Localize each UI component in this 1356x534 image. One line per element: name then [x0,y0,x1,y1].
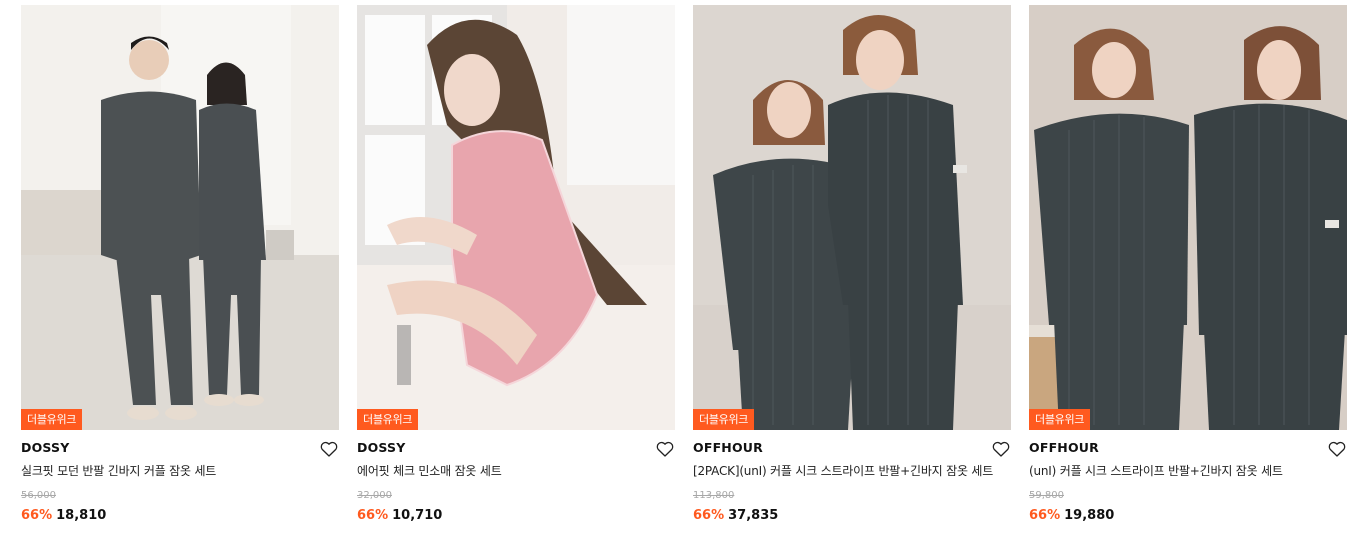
heart-outline-icon[interactable] [656,441,674,457]
promo-badge: 더블유위크 [357,409,419,430]
promo-badge: 더블유위크 [1029,409,1091,430]
sale-price: 37,835 [728,508,779,523]
sale-price: 19,880 [1064,508,1115,523]
brand-name[interactable]: OFFHOUR [693,440,1011,456]
product-image[interactable]: 더블유위크 [357,5,675,430]
product-card[interactable]: 더블유위크 DOSSY 에어핏 체크 민소매 잠옷 세트 32,000 66% 1… [357,5,675,530]
product-card[interactable]: 더블유위크 OFFHOUR (unI) 커플 시크 스트라이프 반팔+긴바지 잠… [1029,5,1347,530]
original-price: 56,000 [21,490,56,501]
brand-name[interactable]: OFFHOUR [1029,440,1347,456]
discount-rate: 66% [21,508,53,523]
product-name[interactable]: 실크핏 모던 반팔 긴바지 커플 잠옷 세트 [21,464,339,479]
product-image[interactable]: 더블유위크 [1029,5,1347,430]
discount-rate: 66% [1029,508,1061,523]
price-row: 66% 19,880 [1029,508,1347,524]
product-info: DOSSY 실크핏 모던 반팔 긴바지 커플 잠옷 세트 56,000 66% 1… [21,430,339,524]
product-info: OFFHOUR (unI) 커플 시크 스트라이프 반팔+긴바지 잠옷 세트 5… [1029,430,1347,524]
product-info: OFFHOUR [2PACK](unI) 커플 시크 스트라이프 반팔+긴바지 … [693,430,1011,524]
product-image[interactable]: 더블유위크 [21,5,339,430]
heart-outline-icon[interactable] [1328,441,1346,457]
product-info: DOSSY 에어핏 체크 민소매 잠옷 세트 32,000 66% 10,710 [357,430,675,524]
original-price: 59,800 [1029,490,1064,501]
original-price: 113,800 [693,490,735,501]
price-row: 66% 10,710 [357,508,675,524]
price-row: 66% 37,835 [693,508,1011,524]
product-name[interactable]: 에어핏 체크 민소매 잠옷 세트 [357,464,675,479]
promo-badge: 더블유위크 [21,409,83,430]
discount-rate: 66% [357,508,389,523]
heart-outline-icon[interactable] [320,441,338,457]
product-name[interactable]: [2PACK](unI) 커플 시크 스트라이프 반팔+긴바지 잠옷 세트 [693,464,1011,479]
product-image[interactable]: 더블유위크 [693,5,1011,430]
original-price: 32,000 [357,490,392,501]
promo-badge: 더블유위크 [693,409,755,430]
discount-rate: 66% [693,508,725,523]
product-name[interactable]: (unI) 커플 시크 스트라이프 반팔+긴바지 잠옷 세트 [1029,464,1347,479]
heart-outline-icon[interactable] [992,441,1010,457]
brand-name[interactable]: DOSSY [21,440,339,456]
product-grid: 더블유위크 DOSSY 실크핏 모던 반팔 긴바지 커플 잠옷 세트 56,00… [0,0,1356,534]
brand-name[interactable]: DOSSY [357,440,675,456]
product-card[interactable]: 더블유위크 OFFHOUR [2PACK](unI) 커플 시크 스트라이프 반… [693,5,1011,530]
price-row: 66% 18,810 [21,508,339,524]
product-card[interactable]: 더블유위크 DOSSY 실크핏 모던 반팔 긴바지 커플 잠옷 세트 56,00… [21,5,339,530]
sale-price: 10,710 [392,508,443,523]
sale-price: 18,810 [56,508,107,523]
